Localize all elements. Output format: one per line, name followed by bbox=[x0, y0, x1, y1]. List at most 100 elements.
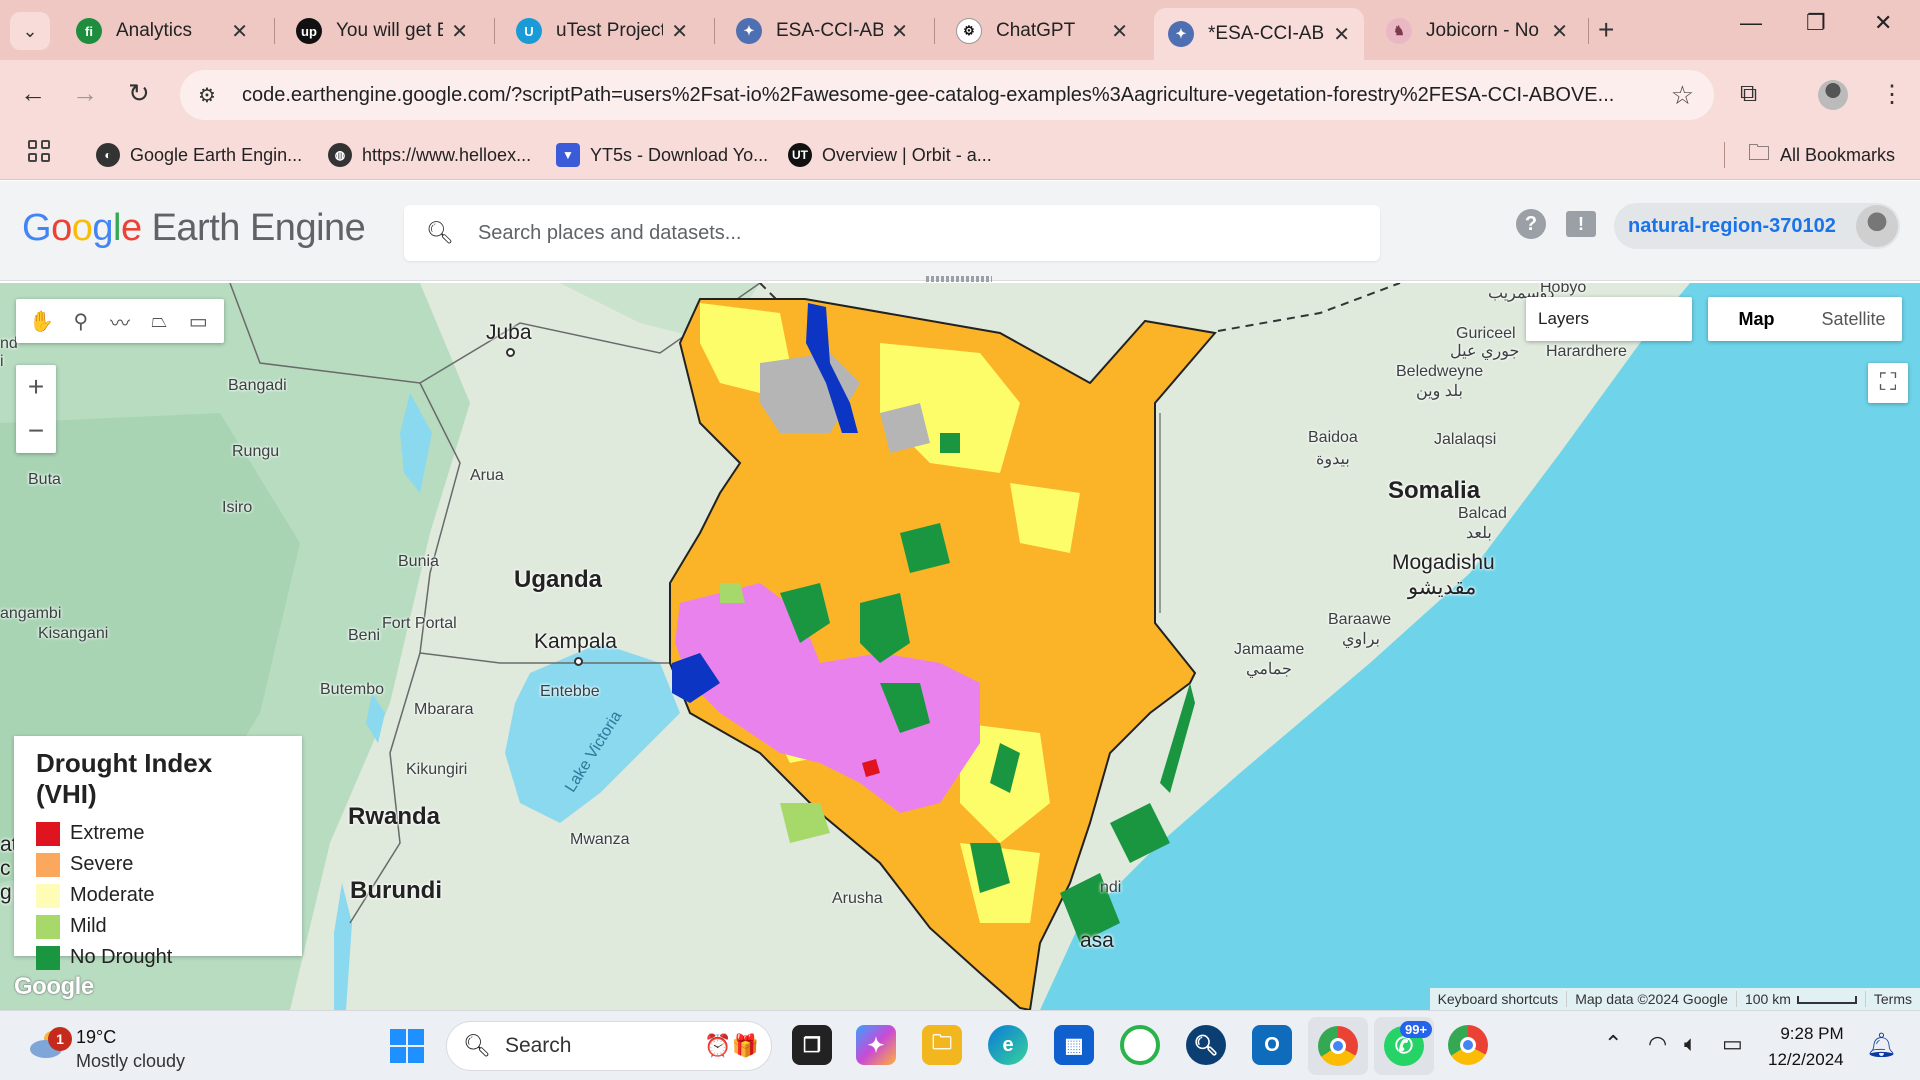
map-canvas[interactable]: Juba Bangadi Rungu Buta Isiro Arua Bunia… bbox=[0, 283, 1920, 1010]
draw-line-icon[interactable]: 〰 bbox=[105, 307, 135, 336]
notification-bell-icon[interactable]: 🔔︎ bbox=[1866, 1031, 1896, 1060]
search-icon: 🔍︎ bbox=[463, 1033, 491, 1058]
fullscreen-icon[interactable]: ⛶ bbox=[1868, 363, 1908, 403]
tab-esa-cci[interactable]: ✦ ESA-CCI-ABOV ✕ bbox=[722, 10, 922, 52]
draw-polygon-icon[interactable]: ⏢ bbox=[144, 310, 174, 333]
tab-jobicorn[interactable]: ♞ Jobicorn - No ✕ bbox=[1372, 10, 1582, 52]
map-label-mwanza: Mwanza bbox=[570, 831, 630, 848]
search-box[interactable]: 🔍︎ bbox=[404, 205, 1380, 261]
restore-icon[interactable]: ❐ bbox=[1806, 10, 1826, 36]
volume-icon[interactable]: 🔈︎ bbox=[1684, 1031, 1697, 1057]
legend-swatch-no-drought bbox=[36, 945, 60, 970]
battery-icon[interactable]: ▭ bbox=[1722, 1031, 1743, 1057]
pan-hand-icon[interactable]: ✋ bbox=[27, 309, 57, 334]
windows-start-icon[interactable] bbox=[390, 1029, 424, 1063]
bookmark-helloex[interactable]: ◍ https://www.helloex... bbox=[328, 140, 531, 170]
task-view-icon[interactable]: ❐ bbox=[792, 1025, 832, 1065]
jobicorn-favicon: ♞ bbox=[1386, 18, 1412, 44]
microsoft-store-icon[interactable]: ▦ bbox=[1054, 1025, 1094, 1065]
close-icon[interactable]: ✕ bbox=[1333, 22, 1350, 47]
legend-label: Moderate bbox=[70, 884, 155, 906]
new-tab-plus-icon[interactable]: + bbox=[1598, 14, 1614, 46]
system-clock[interactable]: 9:28 PM 12/2/2024 bbox=[1768, 1021, 1844, 1073]
weather-widget[interactable]: 1 19°C Mostly cloudy bbox=[26, 1019, 246, 1073]
terms-link[interactable]: Terms bbox=[1864, 991, 1920, 1007]
tab-upwork[interactable]: up You will get Bl ✕ bbox=[282, 10, 482, 52]
tab-esa-cci-active[interactable]: ✦ *ESA-CCI-ABO ✕ bbox=[1154, 8, 1364, 60]
apps-grid-icon[interactable] bbox=[28, 140, 50, 162]
earth-engine-logo[interactable]: Google Earth Engine bbox=[22, 207, 366, 250]
back-arrow-icon[interactable]: ← bbox=[20, 78, 46, 109]
feedback-icon[interactable]: ! bbox=[1566, 211, 1596, 237]
chevron-up-icon[interactable]: ⌃ bbox=[1604, 1031, 1622, 1057]
tab-search-button[interactable]: ⌄ bbox=[10, 12, 50, 50]
extensions-puzzle-icon[interactable]: ⧉ bbox=[1740, 80, 1757, 108]
tab-chatgpt[interactable]: ⚙ ChatGPT ✕ bbox=[942, 10, 1142, 52]
map-label-partial-g: g bbox=[0, 881, 12, 904]
all-bookmarks-label: All Bookmarks bbox=[1780, 144, 1896, 165]
map-label-mogadishu: Mogadishu bbox=[1392, 551, 1495, 574]
forward-arrow-icon[interactable]: → bbox=[72, 78, 98, 109]
close-icon[interactable]: ✕ bbox=[1551, 19, 1568, 44]
url-text[interactable]: code.earthengine.google.com/?scriptPath=… bbox=[242, 84, 1662, 107]
zoom-out-button[interactable]: − bbox=[16, 409, 56, 453]
close-icon[interactable]: ✕ bbox=[231, 19, 248, 44]
map-label-buta: Buta bbox=[28, 471, 61, 488]
panel-resize-handle[interactable] bbox=[926, 276, 992, 282]
close-icon[interactable]: ✕ bbox=[451, 19, 468, 44]
tab-analytics[interactable]: fi Analytics ✕ bbox=[62, 10, 262, 52]
map-type-map[interactable]: Map bbox=[1708, 297, 1805, 341]
site-info-icon[interactable]: ⚙ bbox=[198, 83, 224, 108]
close-icon[interactable]: ✕ bbox=[891, 19, 908, 44]
chrome-profile-icon[interactable] bbox=[1448, 1025, 1488, 1065]
wifi-icon[interactable]: ◠ bbox=[1648, 1031, 1667, 1057]
more-menu-icon[interactable]: ⋮ bbox=[1880, 80, 1904, 109]
copilot-icon[interactable]: ✦ bbox=[856, 1025, 896, 1065]
bookmark-star-icon[interactable]: ☆ bbox=[1671, 80, 1694, 111]
weather-badge: 1 bbox=[48, 1027, 72, 1051]
magnifier-app-icon[interactable]: 🔍︎ bbox=[1186, 1025, 1226, 1065]
bookmark-yt5s[interactable]: ▼ YT5s - Download Yo... bbox=[556, 140, 768, 170]
map-label-mogadishu-arabic: مقديشو bbox=[1408, 576, 1477, 599]
search-input[interactable] bbox=[477, 221, 1358, 245]
minimize-icon[interactable]: — bbox=[1740, 10, 1762, 36]
window-close-icon[interactable]: ✕ bbox=[1874, 10, 1892, 36]
keyboard-shortcuts-link[interactable]: Keyboard shortcuts bbox=[1430, 991, 1567, 1007]
search-highlight-icon: ⏰🎁 bbox=[704, 1033, 759, 1058]
all-bookmarks-button[interactable]: 🗀 All Bookmarks bbox=[1748, 140, 1895, 170]
map-type-satellite[interactable]: Satellite bbox=[1805, 297, 1902, 341]
edge-icon[interactable]: e bbox=[988, 1025, 1028, 1065]
tab-title: Jobicorn - No bbox=[1426, 20, 1539, 41]
file-explorer-icon[interactable]: 🗀 bbox=[922, 1025, 962, 1065]
zoom-in-button[interactable]: + bbox=[16, 365, 56, 409]
map-label-arusha: Arusha bbox=[832, 890, 883, 907]
close-icon[interactable]: ✕ bbox=[671, 19, 688, 44]
project-selector[interactable]: natural-region-370102 bbox=[1614, 203, 1900, 249]
legend-item: Moderate bbox=[36, 880, 280, 911]
bookmark-google-earth-engine[interactable]: ◐ Google Earth Engin... bbox=[96, 140, 302, 170]
account-avatar[interactable] bbox=[1856, 205, 1898, 247]
tab-utest[interactable]: U uTest Projects ✕ bbox=[502, 10, 702, 52]
taskbar-search[interactable]: 🔍︎ Search ⏰🎁 bbox=[446, 1021, 772, 1071]
city-marker-juba bbox=[506, 348, 515, 357]
chrome-taskbar-button[interactable] bbox=[1308, 1017, 1368, 1075]
map-label-mombasa-partial: asa bbox=[1080, 929, 1114, 952]
draw-rectangle-icon[interactable]: ▭ bbox=[183, 309, 213, 334]
add-marker-icon[interactable]: ⚲ bbox=[66, 309, 96, 334]
scale-indicator[interactable]: 100 km bbox=[1735, 991, 1865, 1007]
profile-avatar[interactable] bbox=[1818, 80, 1848, 110]
bookmark-orbit[interactable]: UT Overview | Orbit - a... bbox=[788, 140, 992, 170]
legend-swatch-extreme bbox=[36, 821, 60, 846]
circle-app-icon[interactable] bbox=[1120, 1025, 1160, 1065]
layers-button[interactable]: Layers bbox=[1526, 297, 1692, 341]
yt5s-bookmark-icon: ▼ bbox=[556, 143, 580, 167]
reload-icon[interactable]: ↻ bbox=[128, 78, 150, 109]
chatgpt-favicon: ⚙ bbox=[956, 18, 982, 44]
wordmark-letter: o bbox=[71, 207, 93, 249]
help-icon[interactable]: ? bbox=[1516, 209, 1546, 239]
address-bar[interactable]: ⚙ code.earthengine.google.com/?scriptPat… bbox=[180, 70, 1714, 120]
weather-condition: Mostly cloudy bbox=[76, 1051, 186, 1071]
close-icon[interactable]: ✕ bbox=[1111, 19, 1128, 44]
map-data-text: Map data ©2024 Google bbox=[1566, 991, 1736, 1007]
outlook-icon[interactable]: O bbox=[1252, 1025, 1292, 1065]
